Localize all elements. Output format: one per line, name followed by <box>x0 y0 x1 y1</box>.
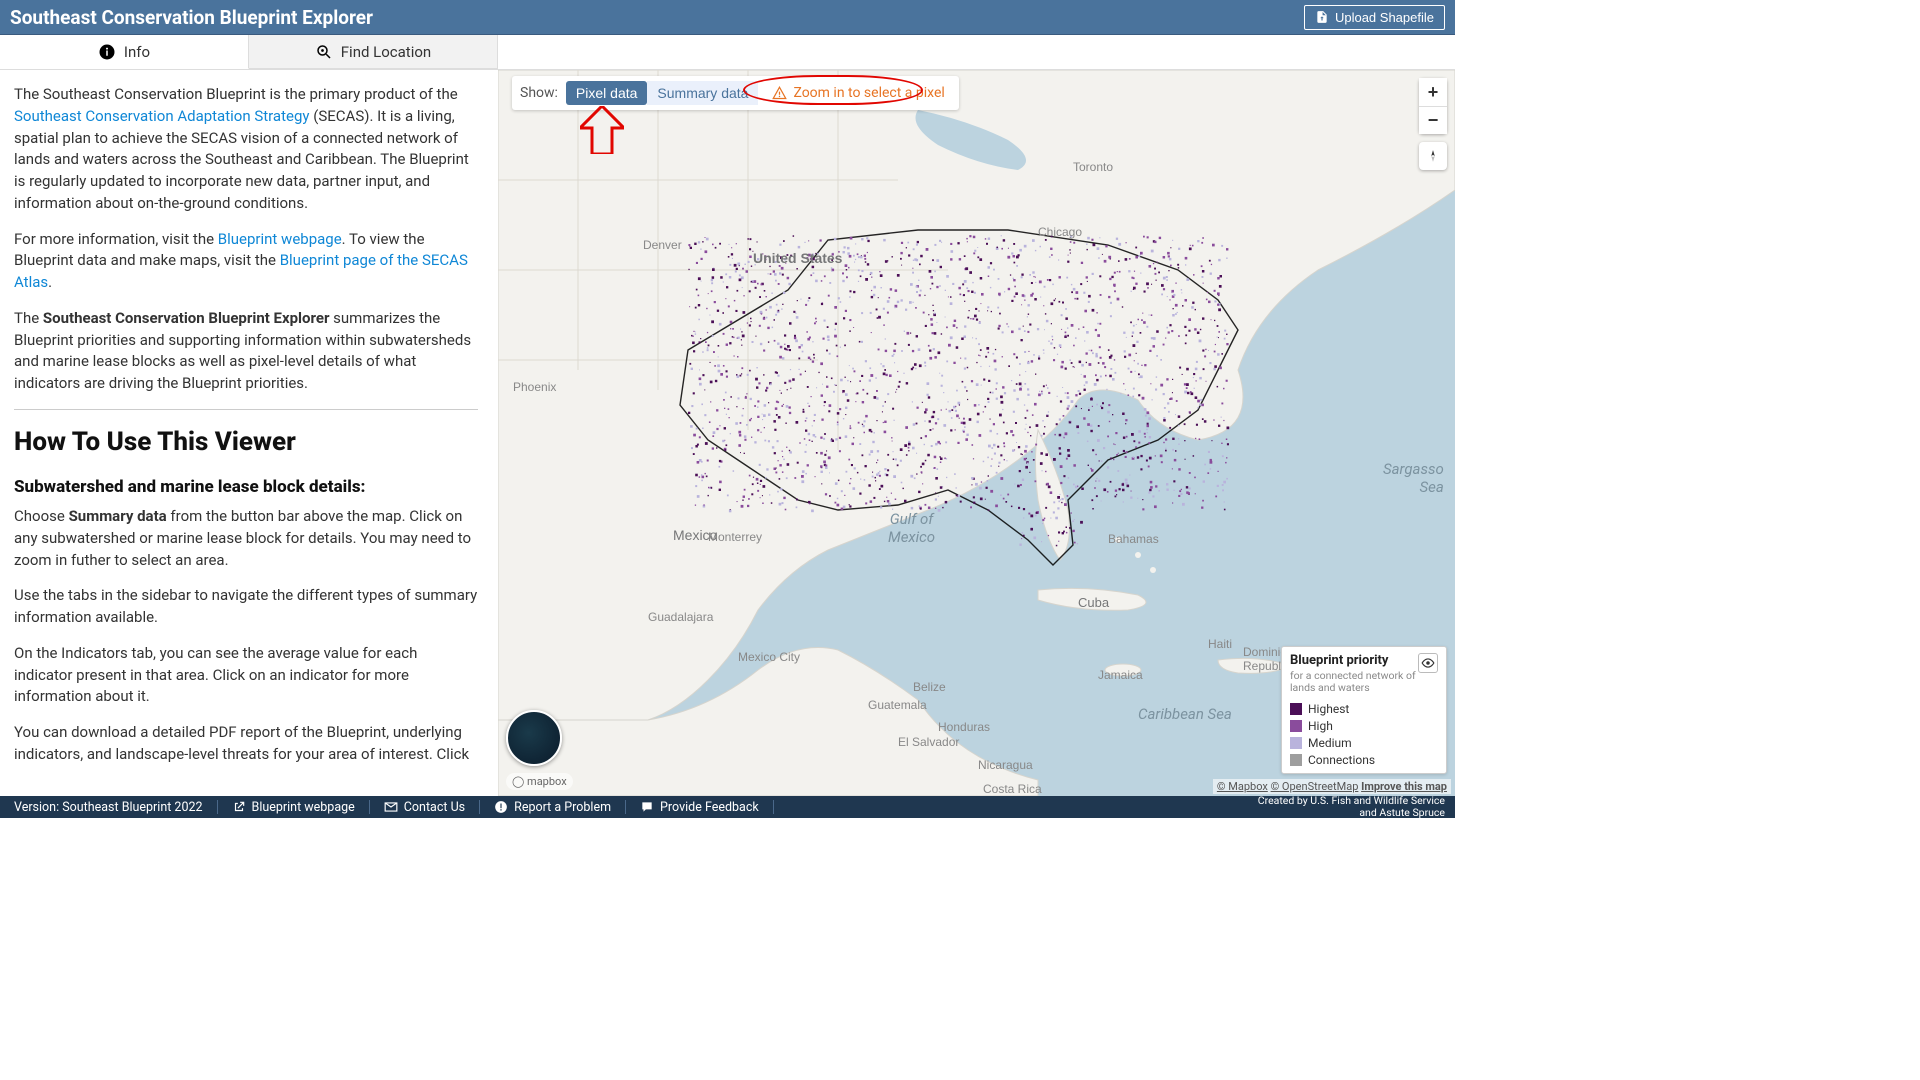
legend-item-label: Highest <box>1308 702 1349 716</box>
map-label-guadalajara: Guadalajara <box>648 610 713 624</box>
p2-post: . <box>48 273 52 291</box>
info-icon <box>98 43 116 61</box>
main-layout: The Southeast Conservation Blueprint is … <box>0 70 1455 796</box>
map-label-cuba: Cuba <box>1078 595 1109 610</box>
map-label-guatemala: Guatemala <box>868 698 927 712</box>
divider <box>14 409 478 410</box>
map-label-toronto: Toronto <box>1073 160 1113 174</box>
mapbox-logo: ◯ mapbox <box>506 773 573 790</box>
pixel-data-button[interactable]: Pixel data <box>566 81 647 105</box>
p1-pre: The Southeast Conservation Blueprint is … <box>14 85 458 103</box>
search-location-icon <box>315 43 333 61</box>
footer-credit: Created by U.S. Fish and Wildlife Servic… <box>1258 795 1455 818</box>
map-label-caribbean: Caribbean Sea <box>1138 705 1232 723</box>
map-label-nicaragua: Nicaragua <box>978 758 1033 772</box>
compass-icon <box>1426 149 1440 163</box>
show-toolbar: Show: Pixel data Summary data Zoom in to… <box>512 76 959 110</box>
map-label-denver: Denver <box>643 238 682 252</box>
legend-item-label: High <box>1308 719 1333 733</box>
blueprint-webpage-link[interactable]: Blueprint webpage <box>218 230 342 248</box>
map-label-jamaica: Jamaica <box>1098 668 1143 682</box>
footer-contact-link[interactable]: Contact Us <box>404 800 465 815</box>
map-label-sargasso: Sargasso Sea <box>1383 460 1444 496</box>
sub-p1-pre: Choose <box>14 507 69 525</box>
p2-pre: For more information, visit the <box>14 230 218 248</box>
secas-link[interactable]: Southeast Conservation Adaptation Strate… <box>14 107 309 125</box>
map-label-el-salvador: El Salvador <box>898 735 959 749</box>
zoom-hint: Zoom in to select a pixel <box>766 83 950 103</box>
legend-swatch <box>1290 737 1302 749</box>
legend-item: Connections <box>1290 753 1438 767</box>
minimap[interactable] <box>506 710 562 766</box>
header-bar: Southeast Conservation Blueprint Explore… <box>0 0 1455 35</box>
attrib-mapbox[interactable]: © Mapbox <box>1217 780 1268 793</box>
zoom-out-button[interactable]: − <box>1419 106 1447 134</box>
alert-icon <box>494 800 508 814</box>
legend-item: High <box>1290 719 1438 733</box>
footer-feedback-link[interactable]: Provide Feedback <box>660 800 759 815</box>
map-label-gulf: Gulf of Mexico <box>888 510 935 546</box>
upload-shapefile-button[interactable]: Upload Shapefile <box>1304 5 1445 30</box>
tab-info-label: Info <box>124 43 150 61</box>
data-mode-toggle: Pixel data Summary data <box>566 81 759 105</box>
footer-bar: Version: Southeast Blueprint 2022 Bluepr… <box>0 796 1455 818</box>
tab-find-location[interactable]: Find Location <box>249 35 498 69</box>
zoom-in-button[interactable]: + <box>1419 78 1447 106</box>
footer-report-link[interactable]: Report a Problem <box>514 800 611 815</box>
map-label-monterrey: Monterrey <box>708 530 762 544</box>
warning-icon <box>772 86 787 101</box>
legend-title: Blueprint priority <box>1290 653 1418 668</box>
p3-pre: The <box>14 309 43 327</box>
attrib-improve[interactable]: Improve this map <box>1361 780 1447 793</box>
sub-p2: Use the tabs in the sidebar to navigate … <box>14 585 478 629</box>
sub-p1-bold: Summary data <box>69 507 167 525</box>
legend-subtitle: for a connected network of lands and wat… <box>1290 670 1418 695</box>
howto-heading: How To Use This Viewer <box>14 424 478 462</box>
sidebar-tabs: Info Find Location <box>0 35 1455 70</box>
map-label-honduras: Honduras <box>938 720 990 734</box>
app-title: Southeast Conservation Blueprint Explore… <box>10 6 373 29</box>
zoom-controls: + − <box>1419 78 1447 134</box>
legend-swatch <box>1290 703 1302 715</box>
legend-item-label: Connections <box>1308 753 1375 767</box>
map-label-costa-rica: Costa Rica <box>983 782 1042 796</box>
eye-icon <box>1421 656 1435 670</box>
upload-label: Upload Shapefile <box>1335 10 1434 25</box>
sub-p3: On the Indicators tab, you can see the a… <box>14 643 478 708</box>
legend-visibility-toggle[interactable] <box>1418 653 1438 673</box>
map-label-mexico-city: Mexico City <box>738 650 800 664</box>
map-attribution: © Mapbox © OpenStreetMap Improve this ma… <box>1213 779 1451 794</box>
tab-find-label: Find Location <box>341 43 431 61</box>
map-label-phoenix: Phoenix <box>513 380 556 394</box>
zoom-hint-text: Zoom in to select a pixel <box>793 85 944 101</box>
show-label: Show: <box>520 85 558 101</box>
p3-bold: Southeast Conservation Blueprint Explore… <box>43 309 330 327</box>
summary-data-button[interactable]: Summary data <box>647 81 758 105</box>
info-sidebar[interactable]: The Southeast Conservation Blueprint is … <box>0 70 498 796</box>
chat-icon <box>640 800 654 814</box>
legend-item-label: Medium <box>1308 736 1352 750</box>
upload-icon <box>1315 10 1329 24</box>
map-label-chicago: Chicago <box>1038 225 1082 239</box>
sub-p4: You can download a detailed PDF report o… <box>14 722 478 766</box>
external-link-icon <box>232 800 246 814</box>
subwatershed-heading: Subwatershed and marine lease block deta… <box>14 475 478 500</box>
mail-icon <box>384 800 398 814</box>
compass-button[interactable] <box>1419 142 1447 170</box>
sidebar-content: The Southeast Conservation Blueprint is … <box>0 70 498 794</box>
map-label-belize: Belize <box>913 680 946 694</box>
legend: Blueprint priority for a connected netwo… <box>1281 646 1447 774</box>
map-label-us: United States <box>753 250 842 266</box>
map-area[interactable]: United States Mexico Gulf of Mexico Cari… <box>498 70 1455 796</box>
attrib-osm[interactable]: © OpenStreetMap <box>1271 780 1359 793</box>
legend-swatch <box>1290 754 1302 766</box>
tab-info[interactable]: Info <box>0 35 249 69</box>
map-label-bahamas: Bahamas <box>1108 532 1159 546</box>
legend-swatch <box>1290 720 1302 732</box>
legend-item: Medium <box>1290 736 1438 750</box>
footer-blueprint-link[interactable]: Blueprint webpage <box>252 800 355 815</box>
map-label-haiti: Haiti <box>1208 637 1232 651</box>
legend-item: Highest <box>1290 702 1438 716</box>
footer-version: Version: Southeast Blueprint 2022 <box>0 796 217 818</box>
